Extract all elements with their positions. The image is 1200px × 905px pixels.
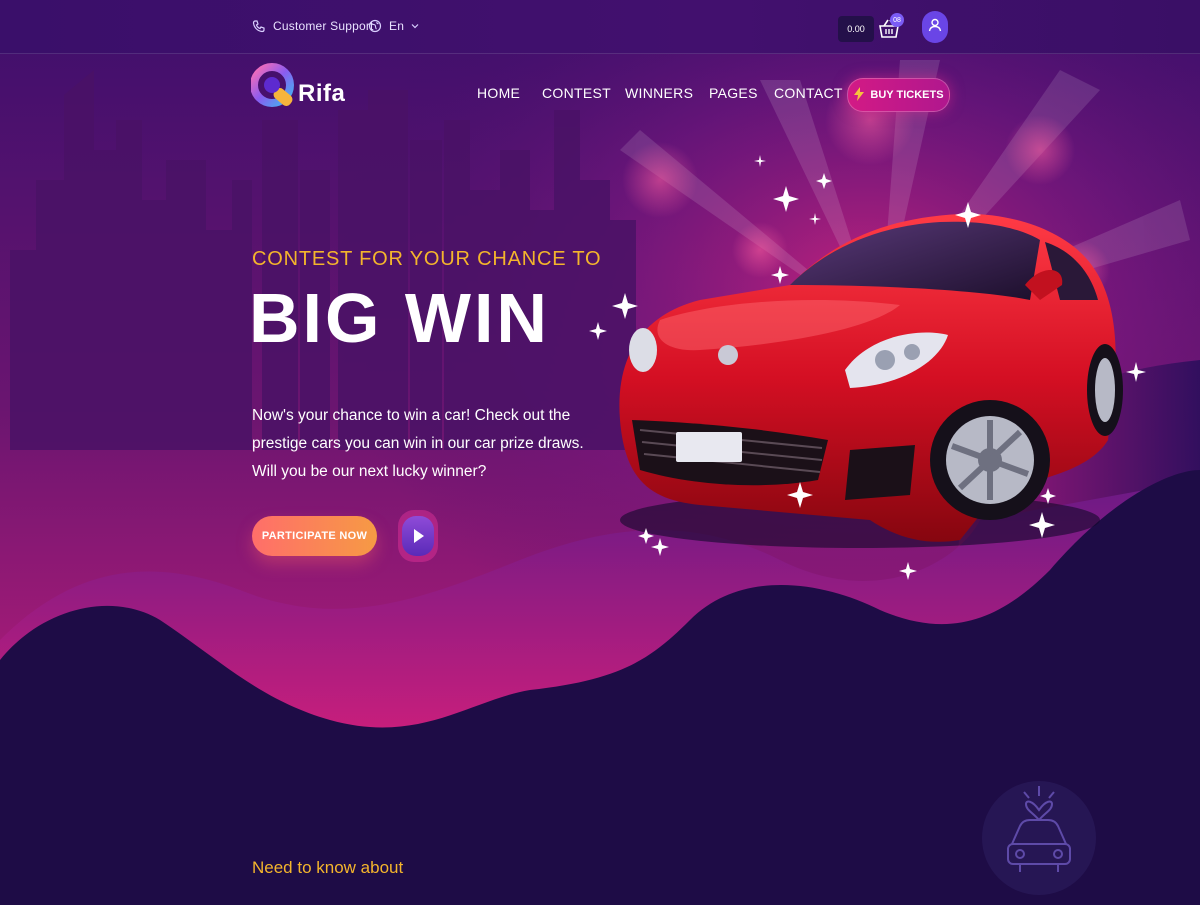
- brand-name: Rifa: [298, 80, 346, 107]
- customer-support-link[interactable]: Customer Support: [252, 19, 374, 33]
- hero-eyebrow: CONTEST FOR YOUR CHANCE TO: [252, 248, 602, 270]
- headset-icon: [252, 19, 266, 33]
- lightning-icon: [853, 86, 865, 104]
- participate-now-button[interactable]: PARTICIPATE NOW: [252, 516, 377, 556]
- hero-title: BIG WIN: [249, 279, 550, 357]
- buy-tickets-label: BUY TICKETS: [870, 89, 944, 101]
- play-video-button[interactable]: [398, 510, 438, 562]
- logo-mark-icon: [250, 63, 294, 107]
- gift-car-icon: [982, 766, 1096, 900]
- globe-icon: [368, 19, 382, 33]
- section-heading: Need to know about: [252, 858, 404, 877]
- chevron-down-icon: [411, 22, 419, 30]
- buy-tickets-button[interactable]: BUY TICKETS: [847, 78, 950, 112]
- language-selector[interactable]: En: [368, 19, 419, 33]
- nav-contest[interactable]: CONTEST: [542, 85, 611, 101]
- user-icon: [927, 17, 943, 38]
- top-bar: [0, 0, 1200, 54]
- customer-support-label: Customer Support: [273, 19, 374, 33]
- cart-count-badge: 08: [890, 13, 904, 27]
- nav-home[interactable]: HOME: [477, 85, 520, 101]
- cart-total: 0.00: [838, 16, 874, 42]
- nav-contact[interactable]: CONTACT: [774, 85, 843, 101]
- hero-description: Now's your chance to win a car! Check ou…: [252, 407, 584, 480]
- nav-pages[interactable]: PAGES: [709, 85, 758, 101]
- nav-winners[interactable]: WINNERS: [625, 85, 693, 101]
- user-account-button[interactable]: [922, 11, 948, 43]
- language-label: En: [389, 19, 405, 33]
